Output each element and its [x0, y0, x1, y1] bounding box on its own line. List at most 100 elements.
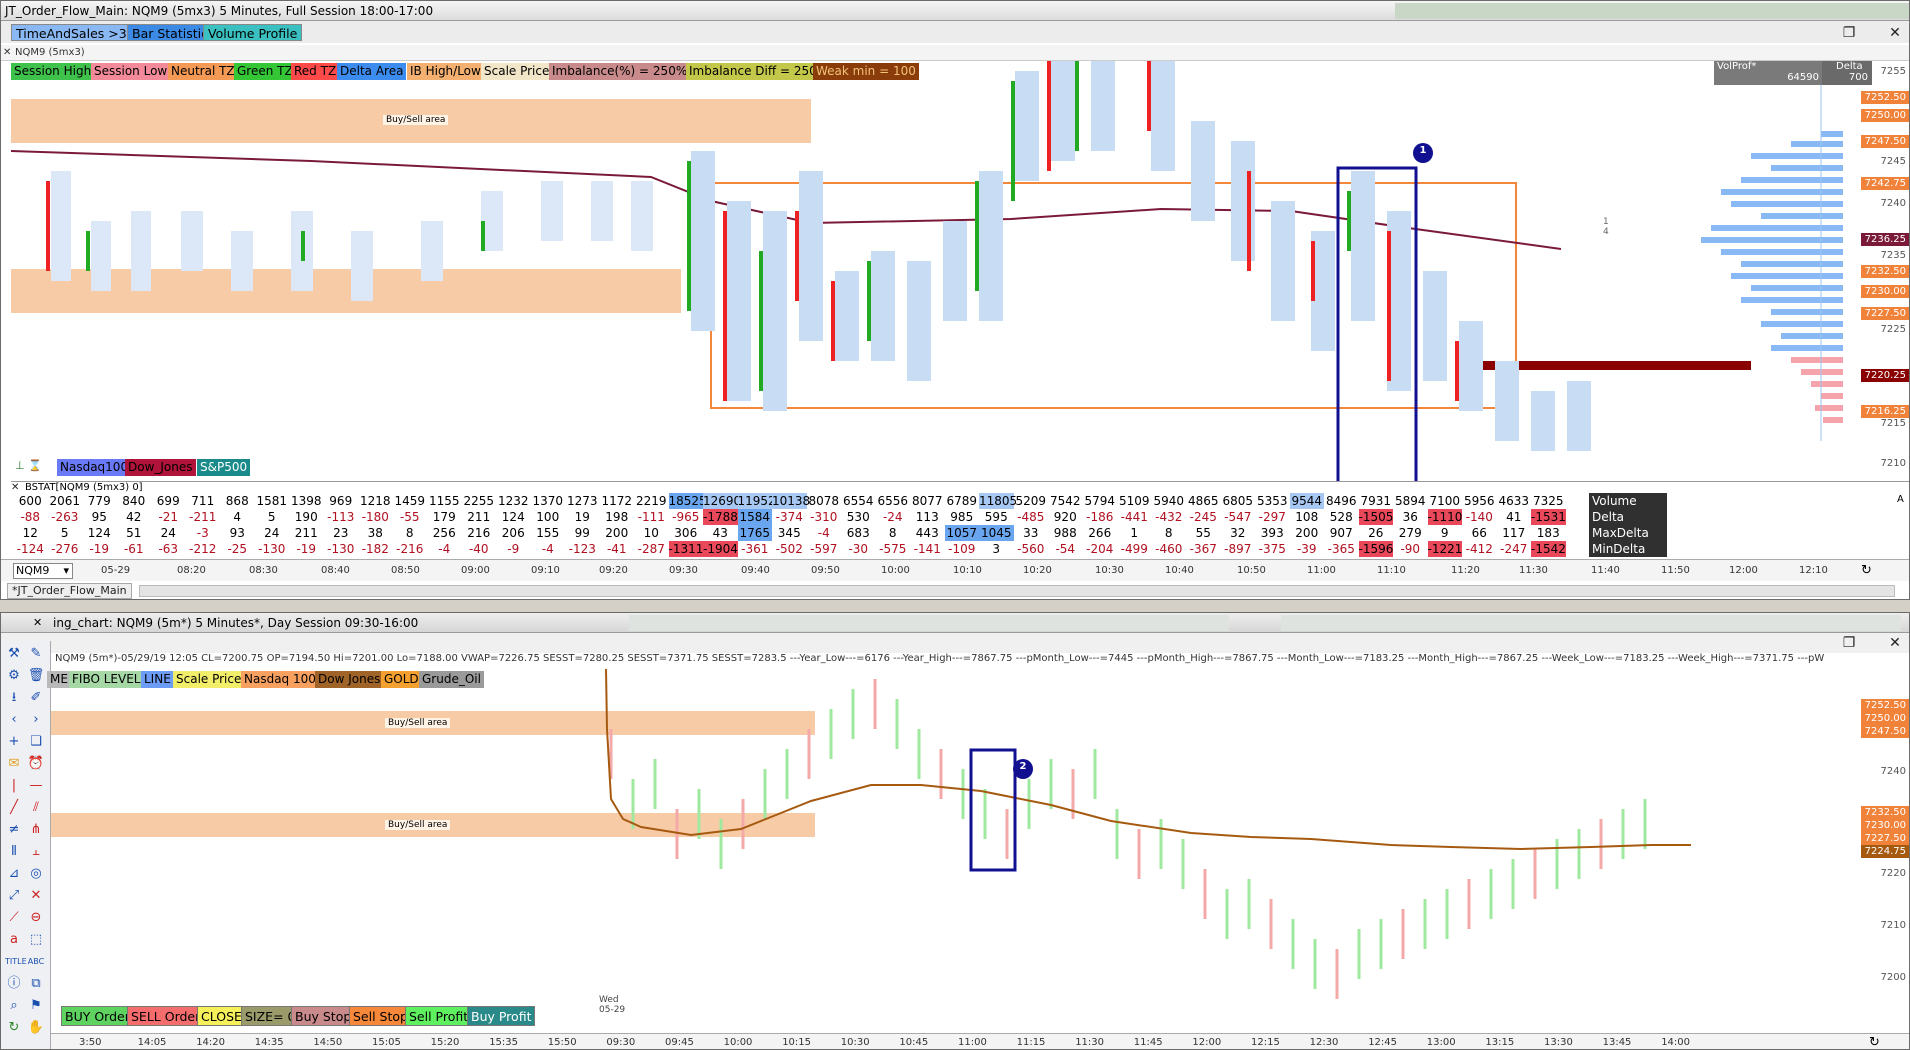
abc-icon[interactable]: ABC — [27, 953, 45, 971]
ind-dow-jones[interactable]: Dow Jones — [315, 671, 385, 688]
buy-profit-button[interactable]: Buy Profit — [467, 1006, 536, 1026]
ind-imbalance-diff[interactable]: Imbalance Diff = 250 — [686, 63, 821, 80]
refresh-icon[interactable]: ↻ — [5, 1019, 23, 1037]
stat-cell-delta: -21 — [158, 510, 179, 524]
ind-scale-price[interactable]: Scale Price — [173, 671, 246, 688]
ind-gold[interactable]: GOLD — [381, 671, 423, 688]
edit-icon[interactable]: ✎ — [27, 645, 45, 663]
symbol-nasdaq100[interactable]: Nasdaq100 — [57, 459, 133, 476]
stat-cell-volume: 18525 — [668, 493, 707, 509]
ind-neutral-tz[interactable]: Neutral TZ — [168, 63, 239, 80]
hand-icon[interactable]: ✋ — [27, 1019, 45, 1037]
stat-cell-mindelta: -4 — [541, 542, 554, 556]
close-icon[interactable]: ✕ — [1887, 24, 1903, 42]
price-axis[interactable]: 7255 7252.50 7250.00 7247.50 7245 7242.7… — [1861, 61, 1909, 481]
sell-stop-button[interactable]: Sell Stop — [349, 1006, 412, 1026]
stat-cell-mindelta: -109 — [948, 542, 976, 556]
regression-icon[interactable]: ⤢ — [5, 887, 23, 905]
parallel-lines-icon[interactable]: ⫽ — [27, 799, 45, 817]
stop-icon[interactable]: ⊖ — [27, 909, 45, 927]
horizontal-scrollbar[interactable] — [139, 585, 1895, 597]
cross-icon[interactable]: ✕ — [27, 887, 45, 905]
ind-session-high[interactable]: Session High — [11, 63, 96, 80]
price-axis[interactable]: 7252.50 7250.00 7247.50 7240 7232.50 723… — [1861, 669, 1909, 1033]
refresh-icon[interactable]: ↻ — [1861, 563, 1872, 578]
bottom-tab[interactable]: *JT_Order_Flow_Main — [7, 583, 132, 599]
download-icon[interactable]: ⭳ — [5, 689, 23, 707]
layers-icon[interactable]: ⧉ — [27, 975, 45, 993]
ind-fibo-level[interactable]: FIBO LEVEL — [69, 671, 145, 688]
close-button[interactable]: CLOSE — [197, 1006, 246, 1026]
ind-line[interactable]: LINE — [141, 671, 175, 688]
trend-line-icon[interactable]: ╱ — [5, 799, 23, 817]
tab-time-and-sales[interactable]: TimeAndSales >30 — [11, 24, 140, 41]
pencil-icon[interactable]: ✐ — [27, 689, 45, 707]
price-chart[interactable]: ME FIBO LEVEL LINE Scale Price Nasdaq 10… — [47, 669, 1909, 1033]
time-label: 10:40 — [1165, 565, 1194, 576]
stat-cell-volume: 1218 — [359, 494, 391, 508]
arrow-left-icon[interactable]: ‹ — [5, 711, 23, 729]
alarm-icon[interactable]: ⏰ — [27, 755, 45, 773]
info-icon[interactable]: ⓘ — [5, 975, 23, 993]
ind-weak-min[interactable]: Weak min = 100 — [813, 63, 920, 80]
ind-grude-oil[interactable]: Grude_Oil — [419, 671, 485, 688]
ind-scale-price[interactable]: Scale Price — [481, 63, 554, 80]
ind-green-tz[interactable]: Green TZ — [234, 63, 297, 80]
zoom-icon[interactable]: ⌕ — [5, 997, 23, 1015]
select-icon[interactable]: ⬚ — [27, 931, 45, 949]
ind-session-low[interactable]: Session Low — [91, 63, 172, 80]
ind-delta-area[interactable]: Delta Area — [337, 63, 408, 80]
volprof-header: VolProf* 64590 — [1714, 61, 1822, 85]
flag-icon[interactable]: ⚑ — [27, 997, 45, 1015]
ind-red-tz[interactable]: Red TZ — [291, 63, 341, 80]
ind-imbalance-pct[interactable]: Imbalance(%) = 250% — [549, 63, 692, 80]
background-window-tab[interactable] — [1395, 3, 1909, 19]
bstat-close-icon[interactable]: ✕ — [11, 482, 19, 493]
time-axis[interactable]: 3:50 14:05 14:20 14:35 14:50 15:05 15:20 15:35 1… — [51, 1033, 1909, 1049]
restore-icon[interactable]: ❐ — [1841, 24, 1857, 42]
time-axis[interactable]: NQM9 ▾ 05-29 08:20 08:30 08:40 08:50 09:00 09:1… — [1, 559, 1909, 581]
refresh-icon[interactable]: ↻ — [1869, 1035, 1880, 1049]
restore-icon[interactable]: ❐ — [1841, 634, 1857, 652]
crosshair-icon[interactable]: + — [5, 733, 23, 751]
indicator-icon[interactable]: ⚒ — [5, 645, 23, 663]
vertical-line-icon[interactable]: | — [5, 777, 23, 795]
background-window-tab[interactable] — [1281, 615, 1901, 631]
gear-icon[interactable]: ⚙ — [5, 667, 23, 685]
close-chart-icon[interactable]: ✕ — [3, 45, 11, 61]
background-window-tab[interactable] — [629, 615, 1229, 631]
text-icon[interactable]: a — [5, 931, 23, 949]
ruler-icon[interactable]: ⟋ — [5, 909, 23, 927]
trash-icon[interactable]: 🗑 — [27, 667, 45, 685]
close-window-icon[interactable]: ✕ — [33, 613, 42, 633]
stat-cell-delta: -88 — [20, 510, 41, 524]
sell-profit-button[interactable]: Sell Profit — [405, 1006, 473, 1026]
ind-ib-high-low[interactable]: IB High/Low — [407, 63, 485, 80]
tab-bar-statistic[interactable]: Bar Statistic — [127, 24, 213, 41]
close-icon[interactable]: ✕ — [1887, 634, 1903, 652]
note-icon[interactable]: ✉ — [5, 755, 23, 773]
title-icon[interactable]: TITLE — [5, 953, 27, 971]
arrow-right-icon[interactable]: › — [27, 711, 45, 729]
buy-order-button[interactable]: BUY Order — [61, 1006, 134, 1026]
tab-volume-profile[interactable]: Volume Profile — [203, 24, 303, 41]
fibo-icon[interactable]: ⊿ — [5, 865, 23, 883]
bars-icon[interactable]: ⦀ — [5, 843, 23, 861]
symbol-sp500[interactable]: S&P500 — [197, 459, 252, 476]
stat-cell-maxdelta: 8 — [405, 526, 414, 540]
pitchfork-icon[interactable]: ⋔ — [27, 821, 45, 839]
ind-nasdaq-100[interactable]: Nasdaq 100 — [241, 671, 320, 688]
order-flow-chart[interactable]: Session High Session Low Neutral TZ Gree… — [11, 61, 1909, 481]
sell-order-button[interactable]: SELL Order — [127, 1006, 205, 1026]
horizontal-line-icon[interactable]: — — [27, 777, 45, 795]
symbol-dow-jones[interactable]: Dow_Jones — [125, 459, 197, 476]
buy-stop-button[interactable]: Buy Stop — [291, 1006, 356, 1026]
symbol-selector[interactable]: NQM9 ▾ — [13, 563, 73, 579]
fan-icon[interactable]: ⫠ — [27, 843, 45, 861]
window-titlebar[interactable]: JT_Order_Flow_Main: NQM9 (5mx3) 5 Minute… — [1, 1, 1909, 21]
stat-cell-mindelta: -1596 — [1358, 541, 1394, 557]
circle-icon[interactable]: ◎ — [27, 865, 45, 883]
copy-icon[interactable]: ❏ — [27, 733, 45, 751]
window-titlebar[interactable]: ✕ ing_chart: NQM9 (5m*) 5 Minutes*, Day … — [1, 613, 1909, 633]
channel-icon[interactable]: ≠ — [5, 821, 23, 839]
